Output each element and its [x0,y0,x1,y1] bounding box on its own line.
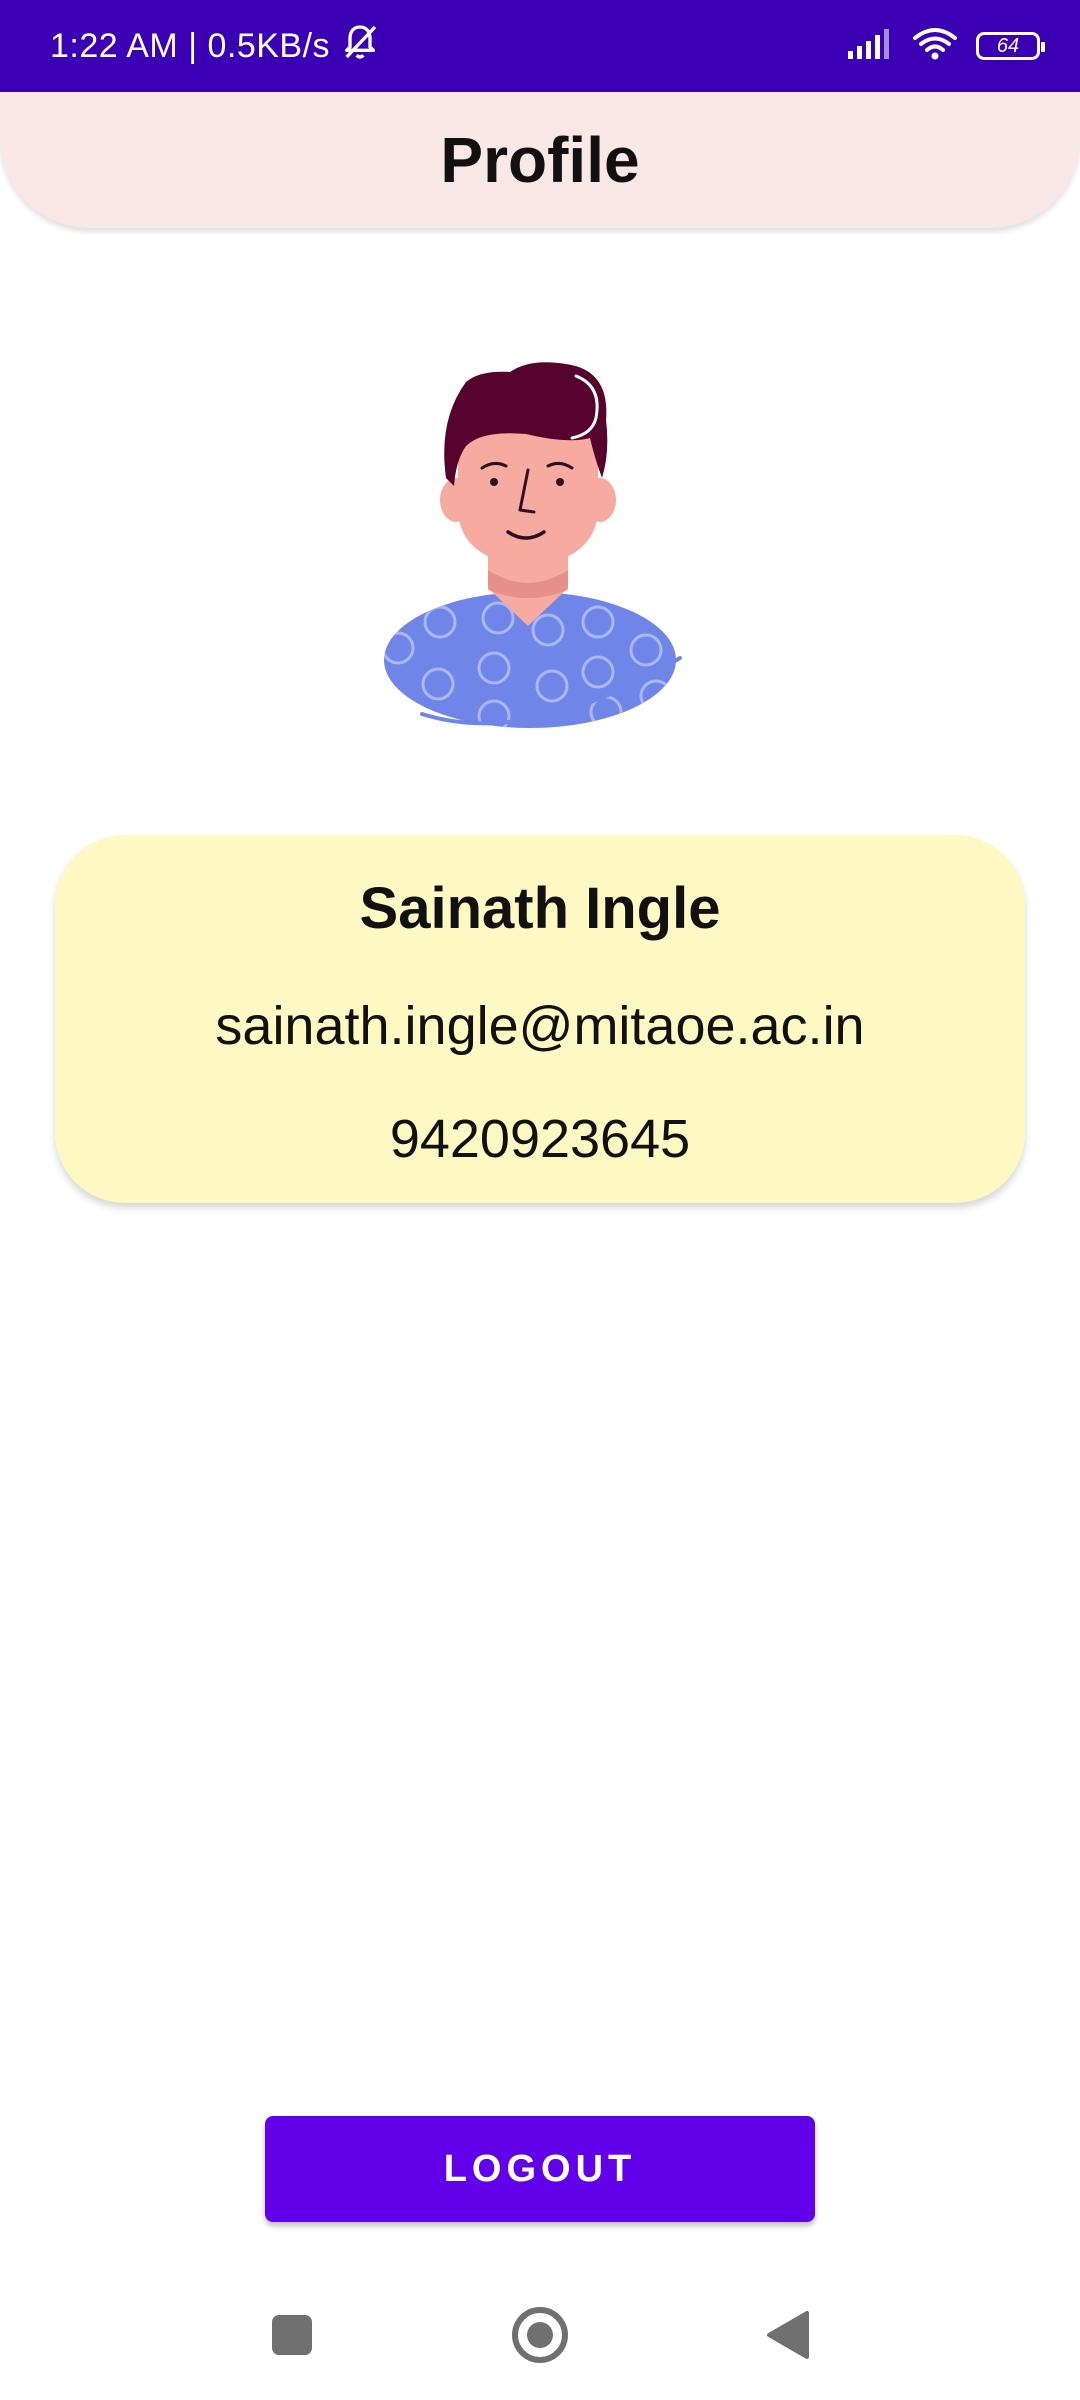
signal-icon [846,27,894,66]
profile-phone: 9420923645 [389,1109,691,1169]
logout-button[interactable]: LOGOUT [265,2116,815,2222]
home-circle-icon[interactable] [510,2305,570,2365]
back-triangle-icon[interactable] [758,2305,818,2365]
wifi-icon [912,27,958,66]
avatar-illustration [384,362,682,728]
profile-info-card: Sainath Ingle sainath.ingle@mitaoe.ac.in… [55,835,1025,1203]
status-bar: 1:22 AM | 0.5KB/s 64 [0,0,1080,92]
recents-square-icon[interactable] [262,2305,322,2365]
top-app-bar: Profile [0,92,1080,228]
user-avatar [370,360,690,740]
profile-name: Sainath Ingle [359,876,721,941]
page-title: Profile [440,124,640,196]
system-nav-bar [0,2270,1080,2400]
profile-screen: 1:22 AM | 0.5KB/s 64 Profile Sainath Ing… [0,0,1080,2400]
profile-email: sainath.ingle@mitaoe.ac.in [215,996,865,1056]
status-right: 64 [846,0,1045,92]
battery-icon: 64 [976,32,1045,60]
bell-off-icon [340,22,380,71]
status-time-speed: 1:22 AM | 0.5KB/s [50,26,331,65]
status-left: 1:22 AM | 0.5KB/s [50,0,380,92]
battery-level: 64 [996,34,1020,57]
